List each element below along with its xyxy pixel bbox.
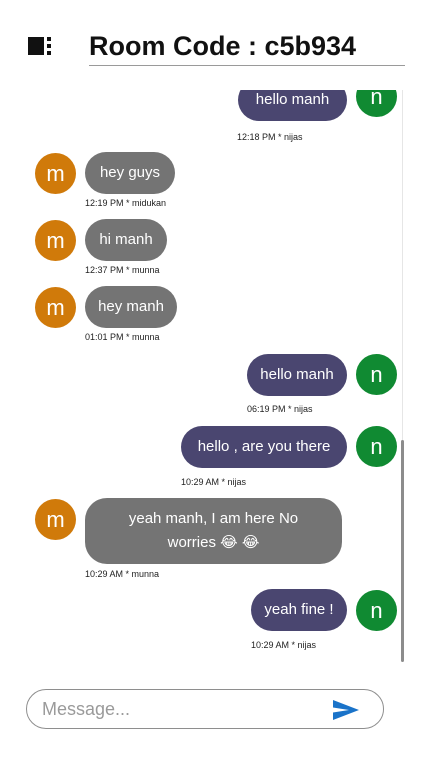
avatar: n [356,426,397,467]
message-meta: 12:18 PM * nijas [237,132,303,142]
message-bubble: hi manh [85,219,167,261]
message-meta: 06:19 PM * nijas [247,404,313,414]
sidebar-toggle-icon[interactable] [28,37,52,55]
message-meta: 10:29 AM * nijas [251,640,317,650]
message-meta: 01:01 PM * munna [85,332,160,342]
avatar: m [35,153,76,194]
avatar: m [35,499,76,540]
title-underline [89,65,405,66]
message-bubble: hey manh [85,286,177,328]
avatar: m [35,220,76,261]
chat-messages-area[interactable]: hello manh n 12:18 PM * nijas m hey guys… [0,90,428,670]
message-composer [26,689,384,729]
message-bubble: hey guys [85,152,175,194]
avatar: m [35,287,76,328]
avatar: n [356,90,397,117]
message-input[interactable] [42,698,312,720]
message-bubble: yeah fine ! [251,589,347,631]
message-meta: 12:19 PM * midukan [85,198,167,208]
message-bubble: hello manh [238,90,347,121]
message-meta: 12:37 PM * munna [85,265,160,275]
message-bubble: yeah manh, I am here No worries 😂 😂 [85,498,342,564]
message-bubble: hello , are you there [181,426,347,468]
message-meta: 10:29 AM * nijas [181,477,247,487]
avatar: n [356,354,397,395]
message-bubble: hello manh [247,354,347,396]
send-icon[interactable] [332,699,360,721]
message-meta: 10:29 AM * munna [85,569,160,579]
avatar: n [356,590,397,631]
page-title: Room Code : c5b934 [89,31,357,61]
scrollbar-thumb[interactable] [401,440,404,662]
